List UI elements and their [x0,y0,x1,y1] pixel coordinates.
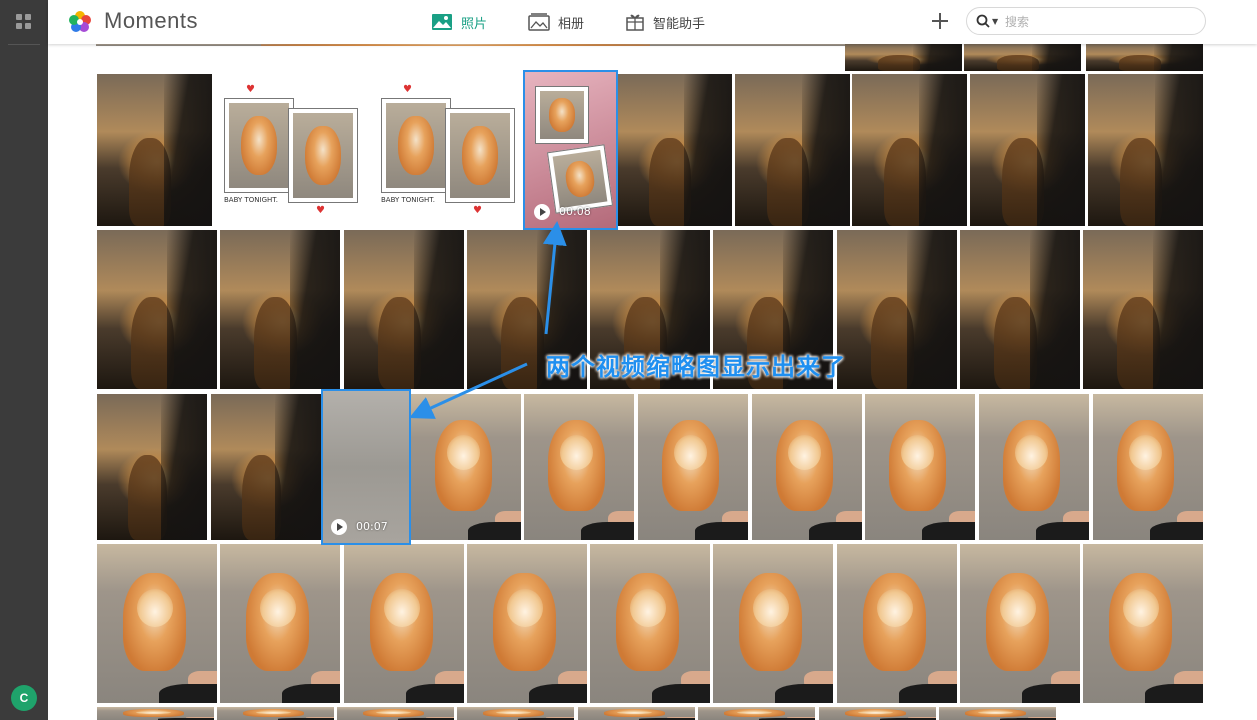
tab-photos-label: 照片 [461,16,488,32]
album-icon [528,13,550,31]
plus-icon [932,13,948,29]
assistant-icon [626,14,644,31]
search-box[interactable]: ▼ [966,7,1206,35]
top-bar: Moments 照片 相册 智能助手 ▼ 搜索 [48,0,1257,44]
add-button[interactable] [928,9,952,33]
arrow-to-video-2 [409,362,528,419]
tab-photos[interactable]: 照片 [431,10,487,34]
moments-logo-icon [69,11,91,32]
annotation-label: 两个视频缩略图显示出来了 [546,353,846,381]
tab-albums-label: 相册 [558,16,585,32]
search-icon [976,14,990,28]
search-input[interactable] [1003,11,1197,33]
tab-assistant[interactable]: 智能助手 [625,10,705,34]
arrow-to-video-1 [542,221,567,335]
tab-assistant-label: 智能助手 [653,16,706,32]
search-filter-dropdown-icon[interactable]: ▼ [992,17,998,26]
photo-icon [432,14,452,30]
tab-albums[interactable]: 相册 [528,10,584,34]
app-title: Moments [104,8,198,33]
